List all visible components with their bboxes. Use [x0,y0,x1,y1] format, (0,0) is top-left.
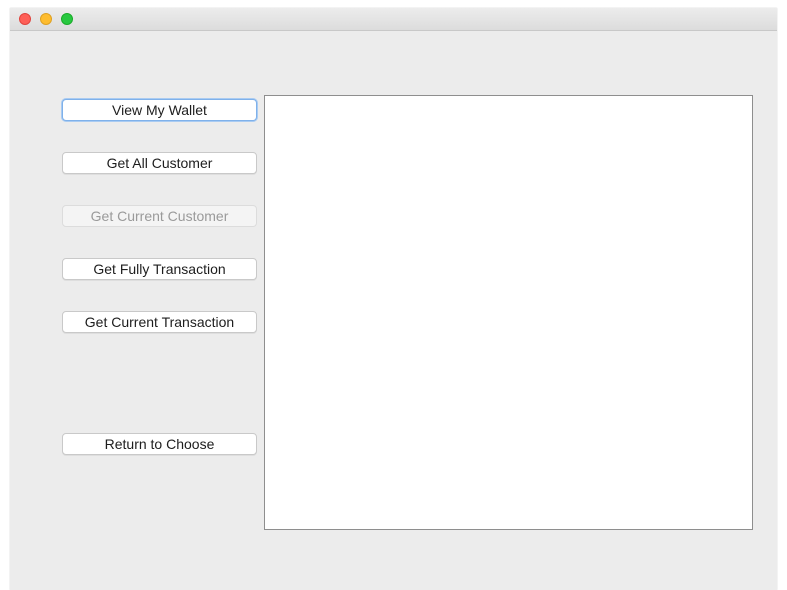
maximize-window-icon[interactable] [61,13,73,25]
get-current-transaction-button[interactable]: Get Current Transaction [62,311,257,333]
get-all-customer-button[interactable]: Get All Customer [62,152,257,174]
output-text-area[interactable] [264,95,753,530]
title-bar[interactable] [10,8,777,31]
view-my-wallet-button[interactable]: View My Wallet [62,99,257,121]
return-to-choose-button[interactable]: Return to Choose [62,433,257,455]
close-window-icon[interactable] [19,13,31,25]
app-window: View My Wallet Get All Customer Get Curr… [10,8,777,590]
get-fully-transaction-button[interactable]: Get Fully Transaction [62,258,257,280]
get-current-customer-button: Get Current Customer [62,205,257,227]
minimize-window-icon[interactable] [40,13,52,25]
